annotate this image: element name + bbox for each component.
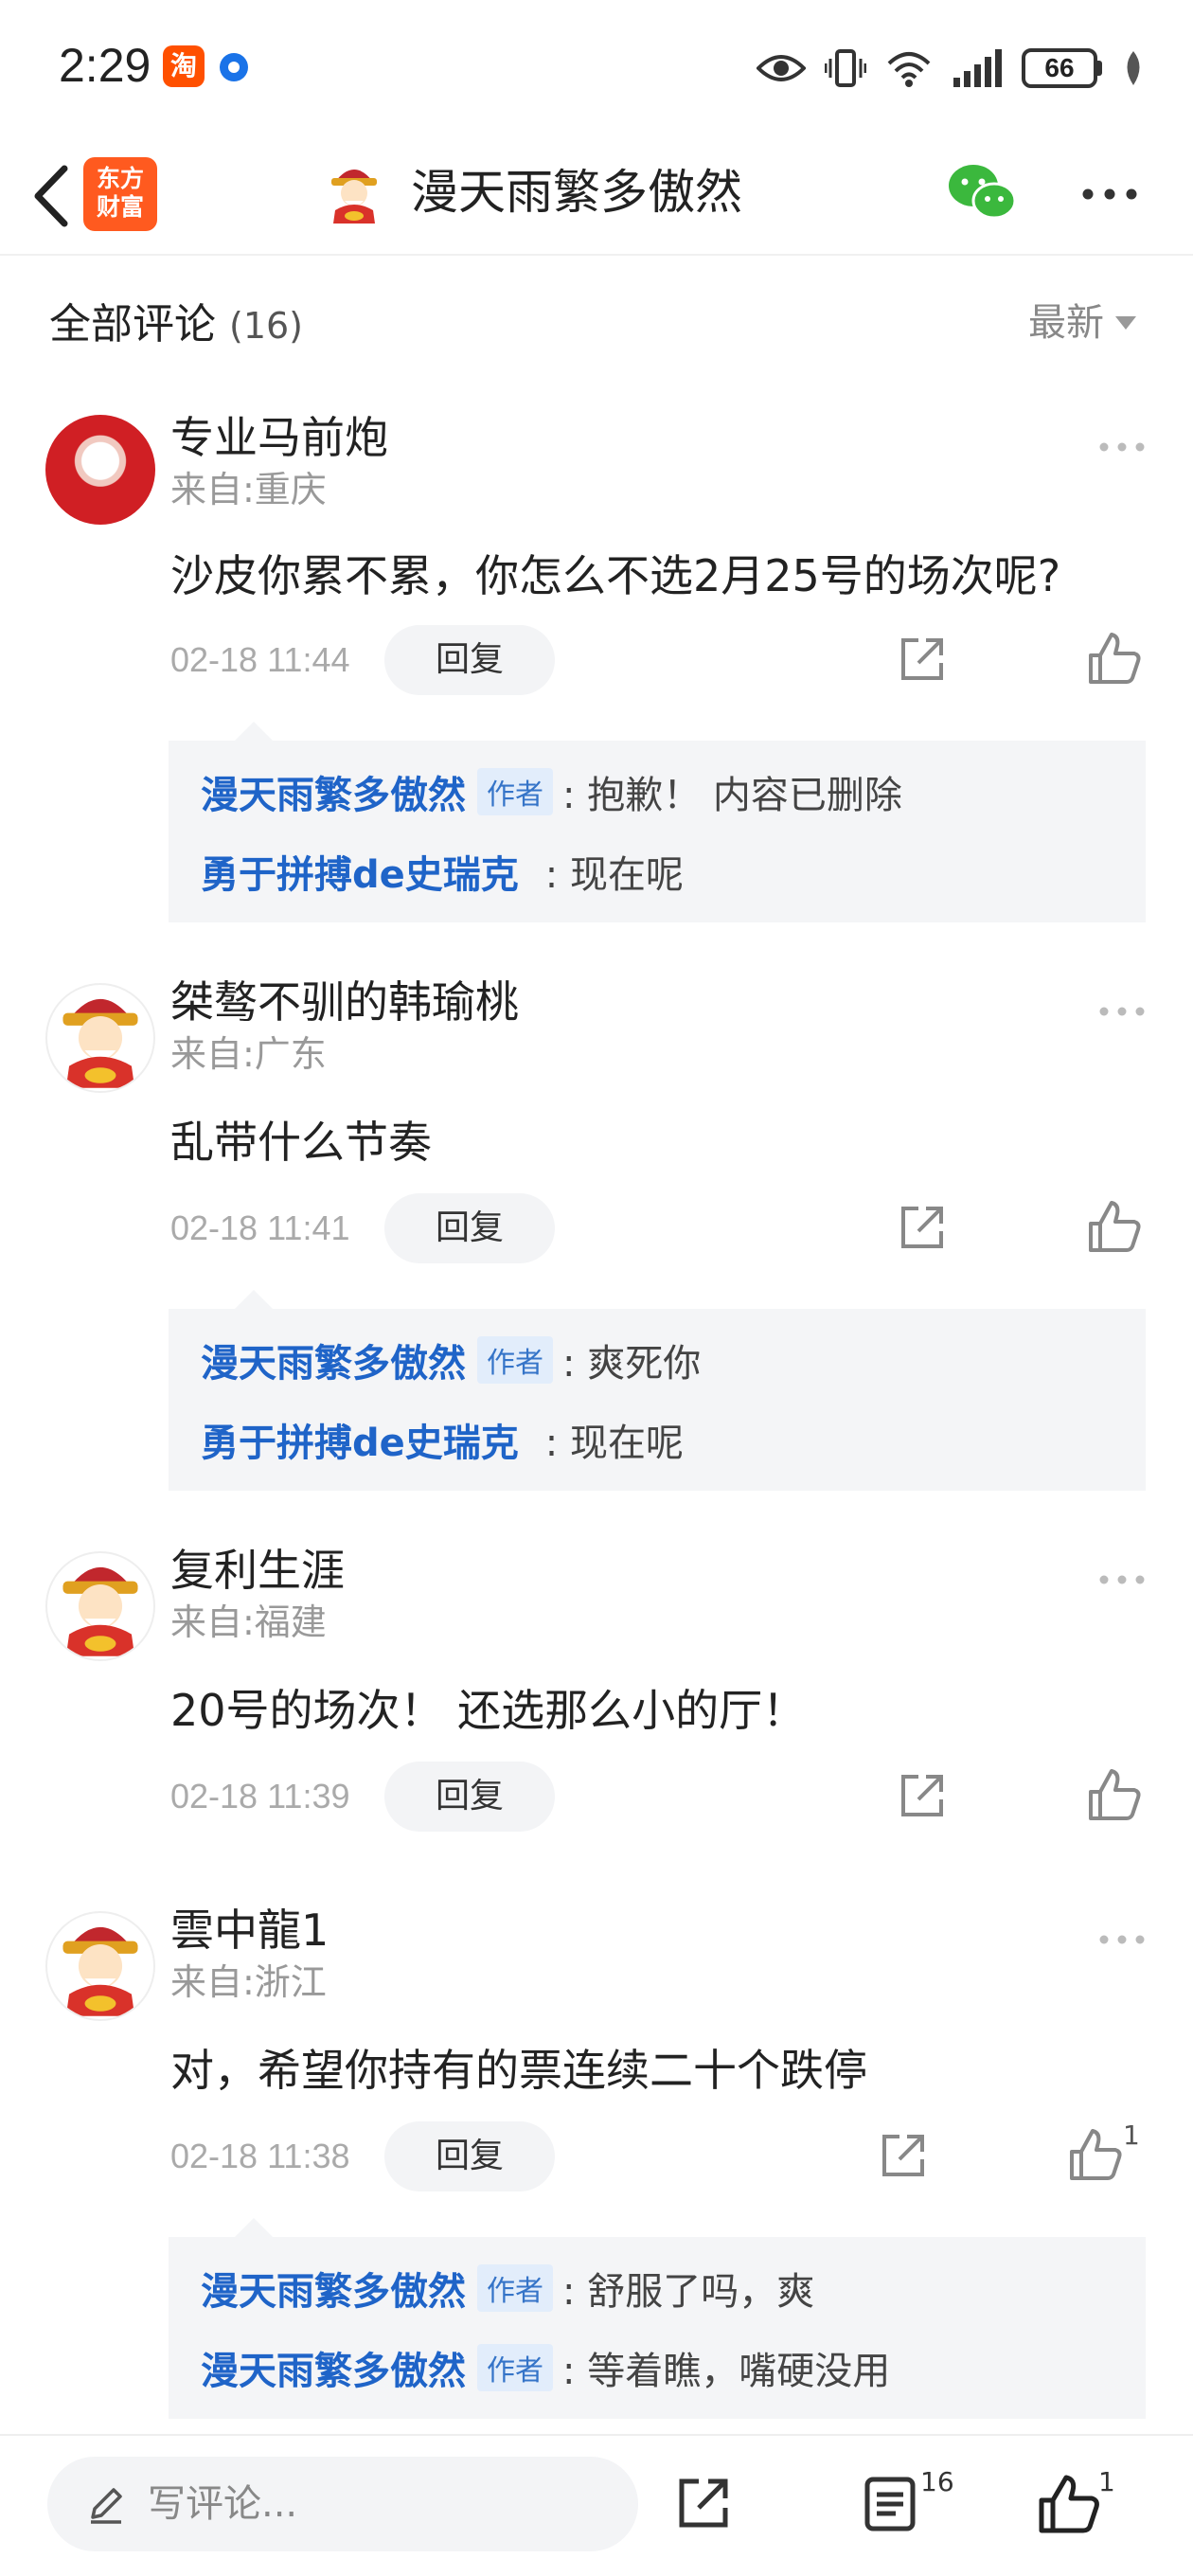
vibrate-icon xyxy=(825,49,866,87)
reply-item[interactable]: 漫天雨繁多傲然 作者 : 爽死你 xyxy=(201,1320,1113,1400)
comment-content: 沙皮你累不累，你怎么不选2月25号的场次呢? xyxy=(170,550,1061,601)
caishen-avatar-icon xyxy=(62,1566,138,1656)
write-comment-input[interactable]: 写评论... xyxy=(47,2457,638,2551)
share-icon[interactable] xyxy=(674,2474,733,2532)
avatar[interactable] xyxy=(45,415,155,525)
reply-item[interactable]: 勇于拼搏de史瑞克 : 现在呢 xyxy=(201,1400,1113,1479)
reply-text: : 现在呢 xyxy=(544,1422,684,1465)
comment-content: 20号的场次！ 还选那么小的厅！ xyxy=(170,1685,807,1736)
comment-more-icon[interactable] xyxy=(1098,1934,1146,1945)
author-badge: 作者 xyxy=(477,768,553,815)
comments-title: 全部评论 (16) xyxy=(49,300,304,349)
reply-button[interactable]: 回复 xyxy=(384,1193,555,1263)
comment-count: 16 xyxy=(920,2466,954,2497)
reply-username[interactable]: 勇于拼搏de史瑞克 xyxy=(201,844,519,899)
status-time: 2:29 xyxy=(59,39,151,92)
thumbs-up-icon[interactable] xyxy=(1087,631,1142,686)
share-icon[interactable] xyxy=(877,2129,930,2182)
bottom-action-bar: 写评论... 16 1 xyxy=(0,2434,1193,2576)
eye-icon xyxy=(757,55,806,81)
comment-username[interactable]: 雲中龍1 xyxy=(170,1902,329,1959)
comment-date: 02-18 11:38 xyxy=(170,2137,350,2175)
page-title: 漫天雨繁多傲然 xyxy=(411,165,742,220)
reply-text: : 等着瞧，嘴硬没用 xyxy=(562,2350,891,2393)
comment-username[interactable]: 复利生涯 xyxy=(170,1542,345,1599)
comment-more-icon[interactable] xyxy=(1098,1574,1146,1585)
reply-username[interactable]: 勇于拼搏de史瑞克 xyxy=(201,1412,519,1467)
comment-location: 来自:重庆 xyxy=(170,469,327,510)
thumbs-up-icon[interactable] xyxy=(1087,1199,1142,1254)
wifi-icon xyxy=(887,52,931,87)
comment-more-icon[interactable] xyxy=(1098,441,1146,453)
nav-bar: 东方 财富 漫天雨繁多傲然 xyxy=(0,133,1193,256)
battery-icon: 66 xyxy=(1022,48,1102,88)
thumbs-up-icon[interactable] xyxy=(1038,2474,1100,2534)
comments-count: (16) xyxy=(229,305,304,347)
author-badge: 作者 xyxy=(477,1336,553,1384)
comment-location: 来自:福建 xyxy=(170,1601,327,1643)
avatar[interactable] xyxy=(45,1911,155,2021)
share-icon[interactable] xyxy=(896,1201,949,1254)
comment-date: 02-18 11:41 xyxy=(170,1208,350,1247)
share-icon[interactable] xyxy=(896,633,949,686)
reply-text: : 舒服了吗，爽 xyxy=(562,2270,815,2314)
comment-more-icon[interactable] xyxy=(1098,1006,1146,1017)
reply-button[interactable]: 回复 xyxy=(384,1762,555,1832)
wechat-icon[interactable] xyxy=(947,161,1019,224)
circle-app-icon xyxy=(220,53,248,81)
reply-button[interactable]: 回复 xyxy=(384,2121,555,2191)
reply-list: 漫天雨繁多傲然 作者 : 抱歉！ 内容已删除 勇于拼搏de史瑞克 : 现在呢 xyxy=(169,722,1146,922)
caishen-avatar-icon xyxy=(62,998,138,1088)
reply-button[interactable]: 回复 xyxy=(384,625,555,695)
author-badge: 作者 xyxy=(477,2264,553,2312)
leaf-icon xyxy=(1127,51,1140,85)
reply-item[interactable]: 漫天雨繁多傲然 作者 : 抱歉！ 内容已删除 xyxy=(201,752,1113,832)
taobao-icon: 淘 xyxy=(163,45,205,87)
reply-item[interactable]: 勇于拼搏de史瑞克 : 现在呢 xyxy=(201,832,1113,911)
status-icons: 66 xyxy=(757,42,1146,95)
comments-header: 全部评论 (16) 最新 xyxy=(0,284,1193,360)
comment-list-icon[interactable] xyxy=(862,2474,918,2534)
like-count: 1 xyxy=(1098,2466,1115,2497)
author-avatar[interactable] xyxy=(322,161,386,225)
more-options-icon[interactable] xyxy=(1081,188,1138,201)
comment-content: 乱带什么节奏 xyxy=(170,1117,432,1168)
share-icon[interactable] xyxy=(896,1769,949,1822)
back-arrow-icon[interactable] xyxy=(23,163,80,229)
reply-text: : 抱歉！ 内容已删除 xyxy=(562,774,902,817)
comment-location: 来自:广东 xyxy=(170,1033,327,1075)
reply-list: 漫天雨繁多傲然 作者 : 舒服了吗，爽 漫天雨繁多傲然 作者 : 等着瞧，嘴硬没… xyxy=(169,2218,1146,2419)
reply-text: : 爽死你 xyxy=(562,1342,702,1386)
chevron-down-icon xyxy=(1115,316,1136,330)
thumbs-up-icon[interactable] xyxy=(1087,1767,1142,1822)
reply-username[interactable]: 漫天雨繁多傲然 xyxy=(201,764,466,819)
reply-item[interactable]: 漫天雨繁多傲然 作者 : 舒服了吗，爽 xyxy=(201,2248,1113,2328)
reply-username[interactable]: 漫天雨繁多傲然 xyxy=(201,1333,466,1387)
sort-dropdown[interactable]: 最新 xyxy=(1028,292,1136,347)
comment-location: 来自:浙江 xyxy=(170,1961,327,2003)
reply-username[interactable]: 漫天雨繁多傲然 xyxy=(201,2340,466,2395)
reply-list: 漫天雨繁多傲然 作者 : 爽死你 勇于拼搏de史瑞克 : 现在呢 xyxy=(169,1290,1146,1491)
comment-username[interactable]: 桀骜不驯的韩瑜桃 xyxy=(170,974,519,1030)
like-count: 1 xyxy=(1123,2120,1140,2151)
avatar[interactable] xyxy=(45,983,155,1093)
comment-date: 02-18 11:39 xyxy=(170,1777,350,1816)
reply-username[interactable]: 漫天雨繁多傲然 xyxy=(201,2261,466,2316)
status-bar: 2:29 淘 66 xyxy=(0,0,1193,133)
thumbs-up-icon[interactable] xyxy=(1068,2127,1123,2182)
battery-level: 66 xyxy=(1022,48,1097,88)
reply-text: : 现在呢 xyxy=(544,853,684,897)
author-badge: 作者 xyxy=(477,2344,553,2391)
write-comment-placeholder: 写评论... xyxy=(148,2482,298,2526)
comment-username[interactable]: 专业马前炮 xyxy=(170,409,388,466)
caishen-avatar-icon xyxy=(62,1926,138,2016)
pen-icon xyxy=(91,2488,122,2524)
signal-icon xyxy=(953,49,1002,87)
comment-content: 对，希望你持有的票连续二十个跌停 xyxy=(170,2045,867,2096)
reply-item[interactable]: 漫天雨繁多傲然 作者 : 等着瞧，嘴硬没用 xyxy=(201,2328,1113,2407)
comment-date: 02-18 11:44 xyxy=(170,640,350,679)
avatar[interactable] xyxy=(45,1551,155,1661)
app-logo[interactable]: 东方 财富 xyxy=(83,157,157,231)
